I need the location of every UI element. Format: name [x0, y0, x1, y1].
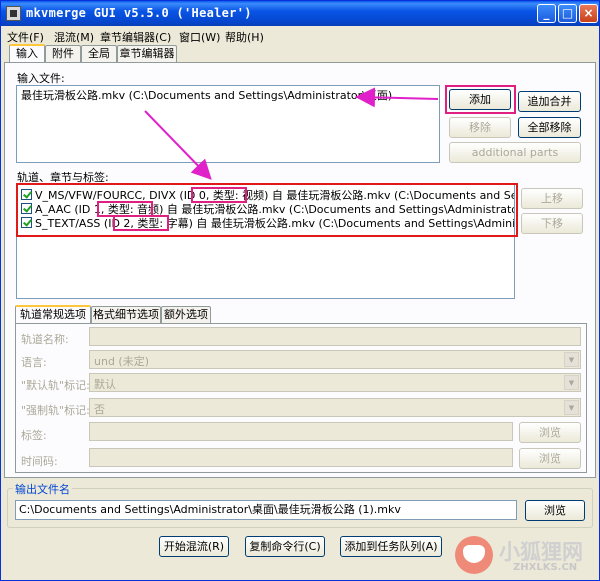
watermark: 小狐狸网 ZHXLKS.CN — [455, 536, 595, 576]
annotation-arrows — [144, 87, 439, 180]
mkvmerge-window: mkvmerge GUI v5.5.0 ('Healer') _ □ × 文件(… — [0, 0, 600, 581]
watermark-en: ZHXLKS.CN — [513, 562, 578, 573]
arrow-to-tracks — [144, 110, 212, 180]
fox-logo-icon — [455, 536, 493, 574]
arrow-to-file — [355, 87, 439, 108]
